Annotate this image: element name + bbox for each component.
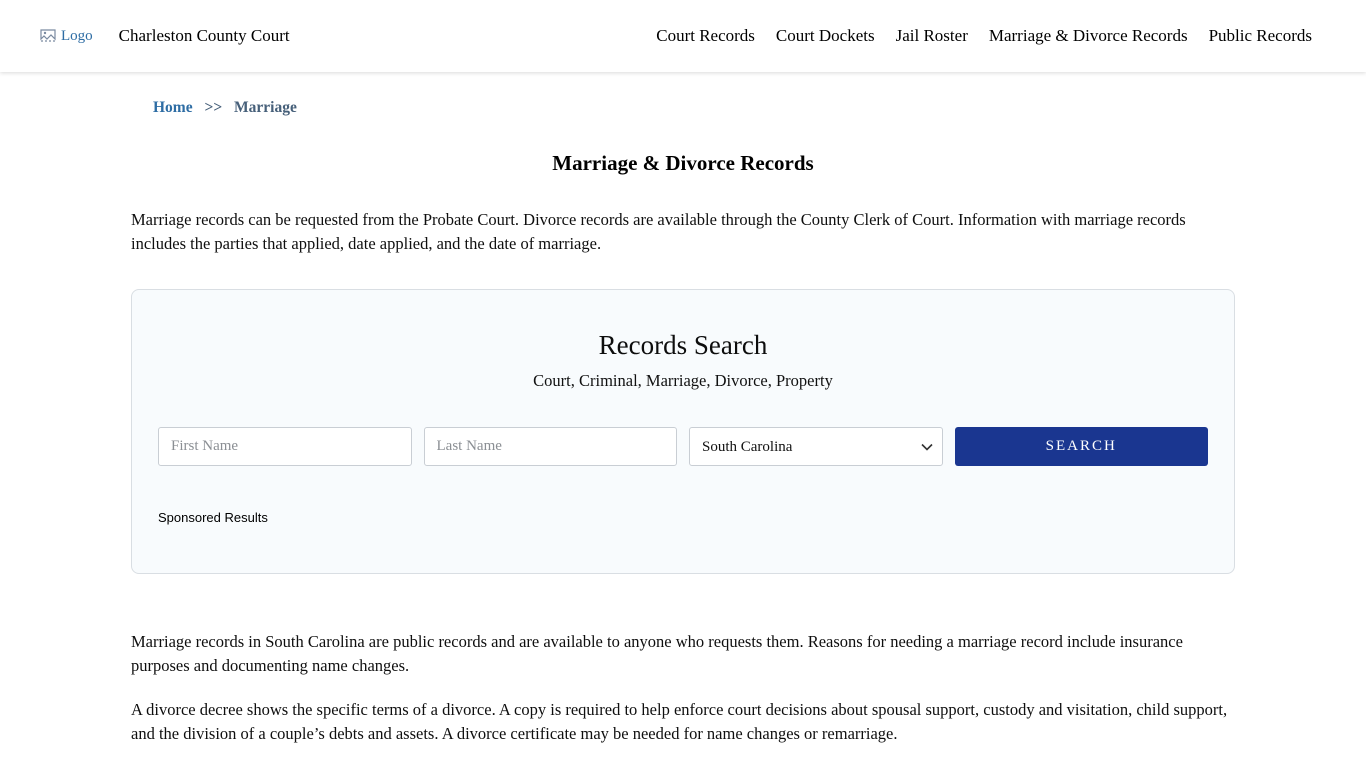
main-nav: Court Records Court Dockets Jail Roster … (656, 26, 1312, 46)
nav-jail-roster[interactable]: Jail Roster (896, 26, 968, 46)
intro-paragraph: Marriage records can be requested from t… (131, 208, 1235, 256)
search-form-row: South Carolina SEARCH (158, 427, 1208, 466)
search-card-subtitle: Court, Criminal, Marriage, Divorce, Prop… (158, 371, 1208, 391)
nav-public-records[interactable]: Public Records (1209, 26, 1312, 46)
sponsored-results-label: Sponsored Results (158, 510, 1208, 525)
last-name-input[interactable] (424, 427, 678, 466)
breadcrumb-home-link[interactable]: Home (153, 99, 193, 116)
breadcrumb-separator: >> (204, 99, 222, 116)
public-records-paragraph: Marriage records in South Carolina are p… (131, 630, 1235, 678)
page-title: Marriage & Divorce Records (131, 151, 1235, 176)
records-search-card: Records Search Court, Criminal, Marriage… (131, 289, 1235, 574)
breadcrumb: Home >> Marriage (131, 99, 1235, 117)
broken-image-icon (40, 28, 56, 44)
main-content: Home >> Marriage Marriage & Divorce Reco… (131, 99, 1235, 746)
state-select-wrap: South Carolina (689, 427, 943, 466)
nav-marriage-divorce-records[interactable]: Marriage & Divorce Records (989, 26, 1188, 46)
nav-court-records[interactable]: Court Records (656, 26, 755, 46)
divorce-decree-paragraph: A divorce decree shows the specific term… (131, 698, 1235, 746)
search-card-title: Records Search (158, 330, 1208, 361)
state-select[interactable]: South Carolina (689, 427, 943, 466)
search-button[interactable]: SEARCH (955, 427, 1209, 466)
breadcrumb-current: Marriage (234, 99, 297, 116)
logo-alt-text: Logo (61, 28, 93, 45)
nav-court-dockets[interactable]: Court Dockets (776, 26, 875, 46)
site-header: Logo Charleston County Court Court Recor… (0, 0, 1366, 72)
site-title: Charleston County Court (119, 26, 290, 46)
first-name-input[interactable] (158, 427, 412, 466)
logo-link[interactable]: Logo (40, 28, 93, 45)
brand: Logo Charleston County Court (40, 26, 290, 46)
